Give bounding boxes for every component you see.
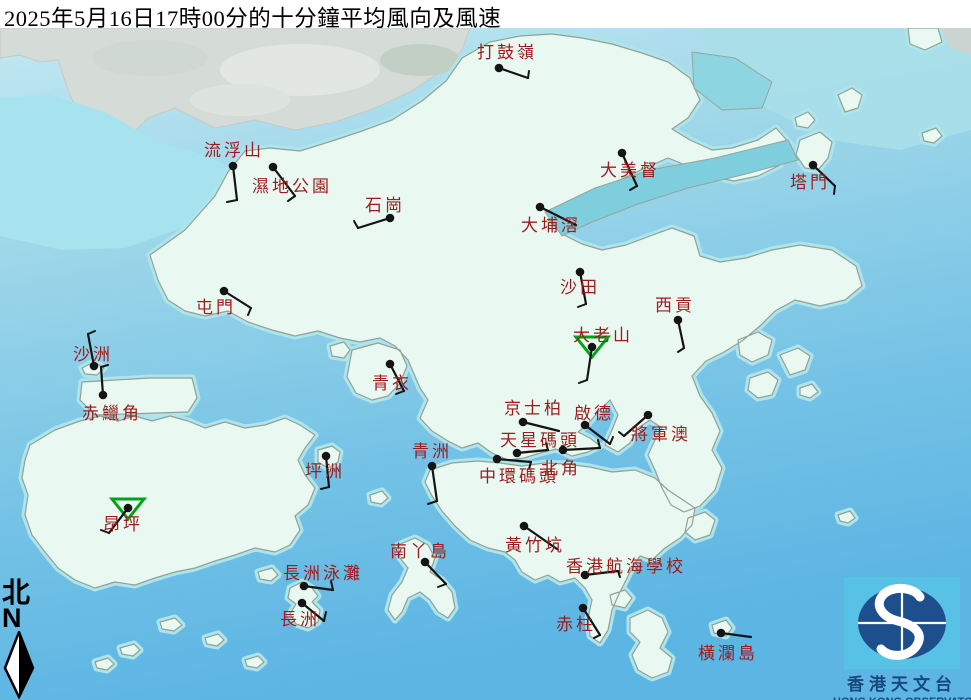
station-label: 青衣 xyxy=(372,374,412,393)
station-label: 濕地公園 xyxy=(252,177,332,196)
station-label: 流浮山 xyxy=(204,141,264,160)
station-label: 北角 xyxy=(541,459,581,478)
title-bar: 2025年5月16日17時00分的十分鐘平均風向及風速 xyxy=(0,0,971,28)
compass-arrow-icon xyxy=(2,631,36,699)
station-label: 京士柏 xyxy=(504,399,564,418)
station-label: 赤鱲角 xyxy=(82,404,142,423)
station-label: 香港航海學校 xyxy=(566,557,686,576)
station-dot xyxy=(674,316,683,325)
station-dot xyxy=(495,64,504,73)
station-label: 沙洲 xyxy=(73,345,113,364)
station-label: 橫瀾島 xyxy=(698,644,758,663)
station-dot xyxy=(519,418,528,427)
station-dot xyxy=(298,599,307,608)
station-dot xyxy=(520,522,529,531)
station-label: 青洲 xyxy=(412,442,452,461)
hko-logo: 香港天文台 HONG KONG OBSERVATORY xyxy=(833,577,971,700)
station-label: 西貢 xyxy=(655,296,695,315)
station-dot xyxy=(229,162,238,171)
map-title: 2025年5月16日17時00分的十分鐘平均風向及風速 xyxy=(0,0,971,33)
station-label: 黃竹坑 xyxy=(505,536,565,555)
station-label: 赤柱 xyxy=(556,615,596,634)
station-label: 大埔滘 xyxy=(521,216,581,235)
map-svg: 打鼓嶺流浮山濕地公園石崗 大美督塔門大埔滘沙田屯門 西貢大老山沙洲青衣赤鱲角 京士柏啟… xyxy=(0,0,971,700)
station-label: 塔門 xyxy=(790,173,830,192)
station-label: 南丫島 xyxy=(390,542,450,561)
station-dot xyxy=(576,268,585,277)
station-dot xyxy=(322,452,331,461)
station-dot xyxy=(428,462,437,471)
station-label: 將軍澳 xyxy=(631,425,691,444)
station-dot xyxy=(536,203,545,212)
station-dot xyxy=(717,629,726,638)
station-label: 屯門 xyxy=(196,298,236,317)
north-compass: 北 N xyxy=(2,580,38,699)
station-dot xyxy=(618,149,627,158)
station-label: 大美督 xyxy=(600,161,660,180)
station-label: 天星碼頭 xyxy=(500,431,580,450)
station-dot xyxy=(124,504,133,513)
station-dot xyxy=(269,163,278,172)
logo-name-zh: 香港天文台 xyxy=(833,670,971,695)
station-dot xyxy=(559,446,568,455)
wind-barb-feather xyxy=(528,71,529,78)
station-dot xyxy=(99,391,108,400)
logo-name-en: HONG KONG OBSERVATORY xyxy=(833,696,971,700)
station-dot xyxy=(493,455,502,464)
compass-north-letter: N xyxy=(2,606,38,630)
station-label: 石崗 xyxy=(365,196,405,215)
station-dot xyxy=(220,287,229,296)
station-label: 坪洲 xyxy=(305,462,345,481)
station-label: 大老山 xyxy=(573,326,633,345)
hko-emblem-icon xyxy=(844,577,960,669)
wind-barb-feather xyxy=(834,186,835,194)
station-label: 沙田 xyxy=(560,278,600,297)
station-dot xyxy=(809,161,818,170)
station-dot xyxy=(644,411,653,420)
station-label: 啟德 xyxy=(574,404,614,423)
station-dot xyxy=(386,360,395,369)
wind-map-screen: 打鼓嶺流浮山濕地公園石崗 大美督塔門大埔滘沙田屯門 西貢大老山沙洲青衣赤鱲角 京士柏啟… xyxy=(0,0,971,700)
station-dot xyxy=(579,604,588,613)
station-label: 長洲泳灘 xyxy=(283,564,363,583)
station-label: 長洲 xyxy=(280,610,320,629)
station-label: 昂坪 xyxy=(103,515,143,534)
station-label: 打鼓嶺 xyxy=(477,43,537,62)
